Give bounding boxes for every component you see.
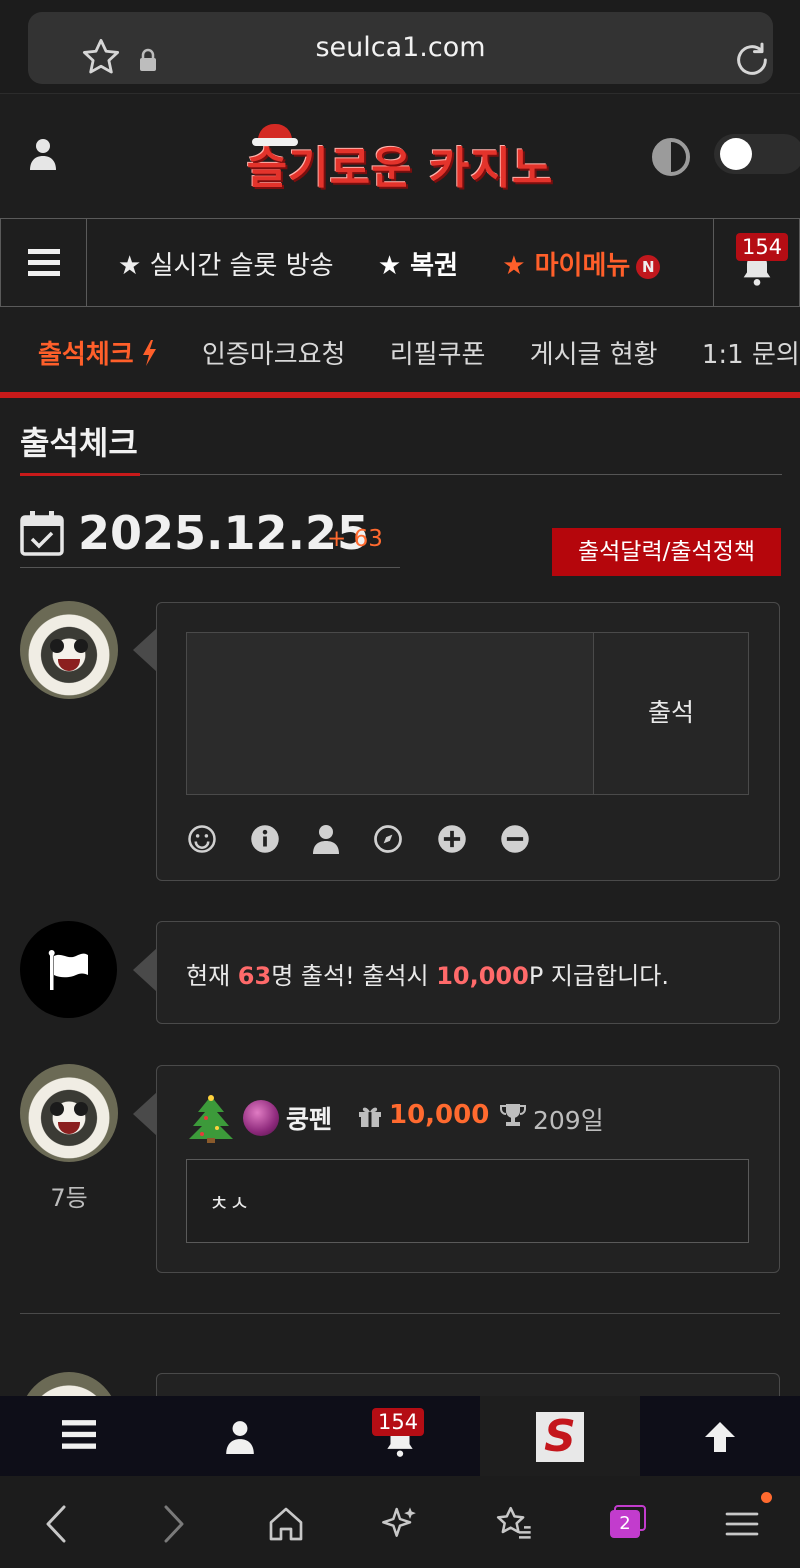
nav-item-mymenu[interactable]: ★ 마이메뉴 N: [502, 251, 661, 281]
sparkle-icon[interactable]: [380, 1504, 420, 1548]
user-icon[interactable]: [312, 824, 340, 858]
home-icon[interactable]: [266, 1504, 306, 1548]
arrow-up-icon: [705, 1422, 735, 1452]
attend-submit-button[interactable]: 출석: [593, 632, 749, 795]
avatar: [20, 601, 118, 699]
back-icon[interactable]: [42, 1504, 70, 1548]
bubble-arrow: [133, 1092, 157, 1136]
nav-item-mymenu-label: ★ 마이메뉴: [502, 251, 631, 281]
hamburger-icon: [28, 249, 60, 276]
nav-item-lottery[interactable]: ★ 복권: [378, 251, 458, 281]
notification-count: 154: [372, 1408, 425, 1436]
bookmarks-icon[interactable]: [494, 1504, 534, 1548]
nav-item-live-slot[interactable]: ★ 실시간 슬롯 방송: [118, 251, 334, 281]
christmas-tree-icon: [186, 1094, 236, 1148]
user-icon: [226, 1421, 254, 1454]
date-divider: [20, 567, 400, 568]
flag-icon: [48, 950, 88, 990]
info-icon[interactable]: [250, 824, 280, 858]
page-title: 출석체크: [20, 424, 138, 462]
entry-points: 10,000: [389, 1100, 490, 1130]
sub-tabs: 출석체크 인증마크요청 리필쿠폰 게시글 현황 1:1 문의: [0, 307, 800, 393]
rank-label: 7등: [50, 1184, 88, 1212]
hamburger-icon: [62, 1420, 96, 1449]
attendance-policy-button[interactable]: 출석달력/출석정책: [552, 528, 781, 576]
main-nav: ★ 실시간 슬롯 방송 ★ 복권 ★ 마이메뉴 N 154: [0, 218, 800, 307]
attendance-date: 2025.12.25: [78, 506, 370, 560]
tab-attendance-label: 출석체크: [38, 340, 134, 370]
menu-button[interactable]: [0, 219, 87, 307]
logo-text: 슬기로운 카지노: [246, 143, 554, 194]
attendance-count-plus: + 63: [327, 526, 383, 552]
browser-url-bar: seulca1.com: [0, 0, 800, 94]
scroll-top-button[interactable]: [640, 1396, 800, 1476]
minus-circle-icon[interactable]: [500, 824, 530, 858]
attendance-notice: 현재 63명 출석! 출석시 10,000P 지급합니다.: [186, 962, 669, 990]
trophy-icon: [500, 1103, 526, 1131]
gift-icon: [358, 1105, 382, 1131]
tab-count: 2: [610, 1510, 640, 1538]
contrast-icon[interactable]: [652, 138, 690, 176]
browser-bottom-nav: [0, 1476, 800, 1568]
santa-hat-icon: [252, 124, 298, 146]
bottom-user-button[interactable]: [160, 1396, 320, 1476]
site-logo-icon: S: [536, 1412, 584, 1462]
attendance-comment-input[interactable]: [186, 632, 594, 795]
toggle-knob: [720, 138, 752, 170]
tab-attendance[interactable]: 출석체크: [38, 340, 158, 370]
compass-icon[interactable]: [373, 824, 403, 858]
entry-comment-text: ㅊㅅ: [209, 1192, 250, 1217]
theme-toggle[interactable]: [714, 134, 800, 174]
avatar: [20, 1064, 118, 1162]
title-accent-line: [20, 473, 140, 476]
entry-divider: [20, 1313, 780, 1314]
attendance-days: 209일: [533, 1106, 604, 1135]
calendar-check-icon: [20, 510, 64, 560]
nickname[interactable]: 쿵펜: [286, 1100, 332, 1136]
tab-inquiry[interactable]: 1:1 문의: [702, 340, 800, 370]
attendance-count: 63: [237, 962, 272, 990]
tab-cert-mark[interactable]: 인증마크요청: [202, 340, 346, 370]
bottom-logo-button[interactable]: S: [480, 1396, 640, 1476]
bubble-arrow: [133, 628, 157, 672]
tab-post-status[interactable]: 게시글 현황: [530, 340, 658, 370]
reward-points: 10,000: [436, 962, 529, 990]
site-header: 슬기로운 카지노: [0, 94, 800, 218]
notification-button[interactable]: 154: [713, 219, 800, 307]
plus-circle-icon[interactable]: [437, 824, 467, 858]
flag-badge: [20, 921, 117, 1018]
address-field[interactable]: seulca1.com: [28, 12, 773, 84]
bubble-arrow: [133, 948, 157, 992]
red-divider: [0, 392, 800, 398]
site-bottom-bar: 154 S: [0, 1396, 800, 1476]
entry-comment: ㅊㅅ: [186, 1159, 749, 1243]
reload-icon[interactable]: [732, 40, 772, 84]
bottom-menu-button[interactable]: [0, 1396, 160, 1476]
bottom-notification-button[interactable]: 154: [320, 1396, 480, 1476]
notification-count: 154: [736, 233, 789, 261]
notification-dot: [761, 1492, 772, 1503]
level-orb-icon: [243, 1100, 279, 1136]
forward-icon[interactable]: [160, 1504, 188, 1548]
menu-icon[interactable]: [722, 1504, 762, 1548]
lightning-icon: [142, 340, 156, 366]
emoji-icon[interactable]: [187, 824, 217, 858]
url-text: seulca1.com: [315, 32, 486, 63]
tab-refill-coupon[interactable]: 리필쿠폰: [390, 340, 486, 370]
new-badge: N: [636, 254, 661, 279]
